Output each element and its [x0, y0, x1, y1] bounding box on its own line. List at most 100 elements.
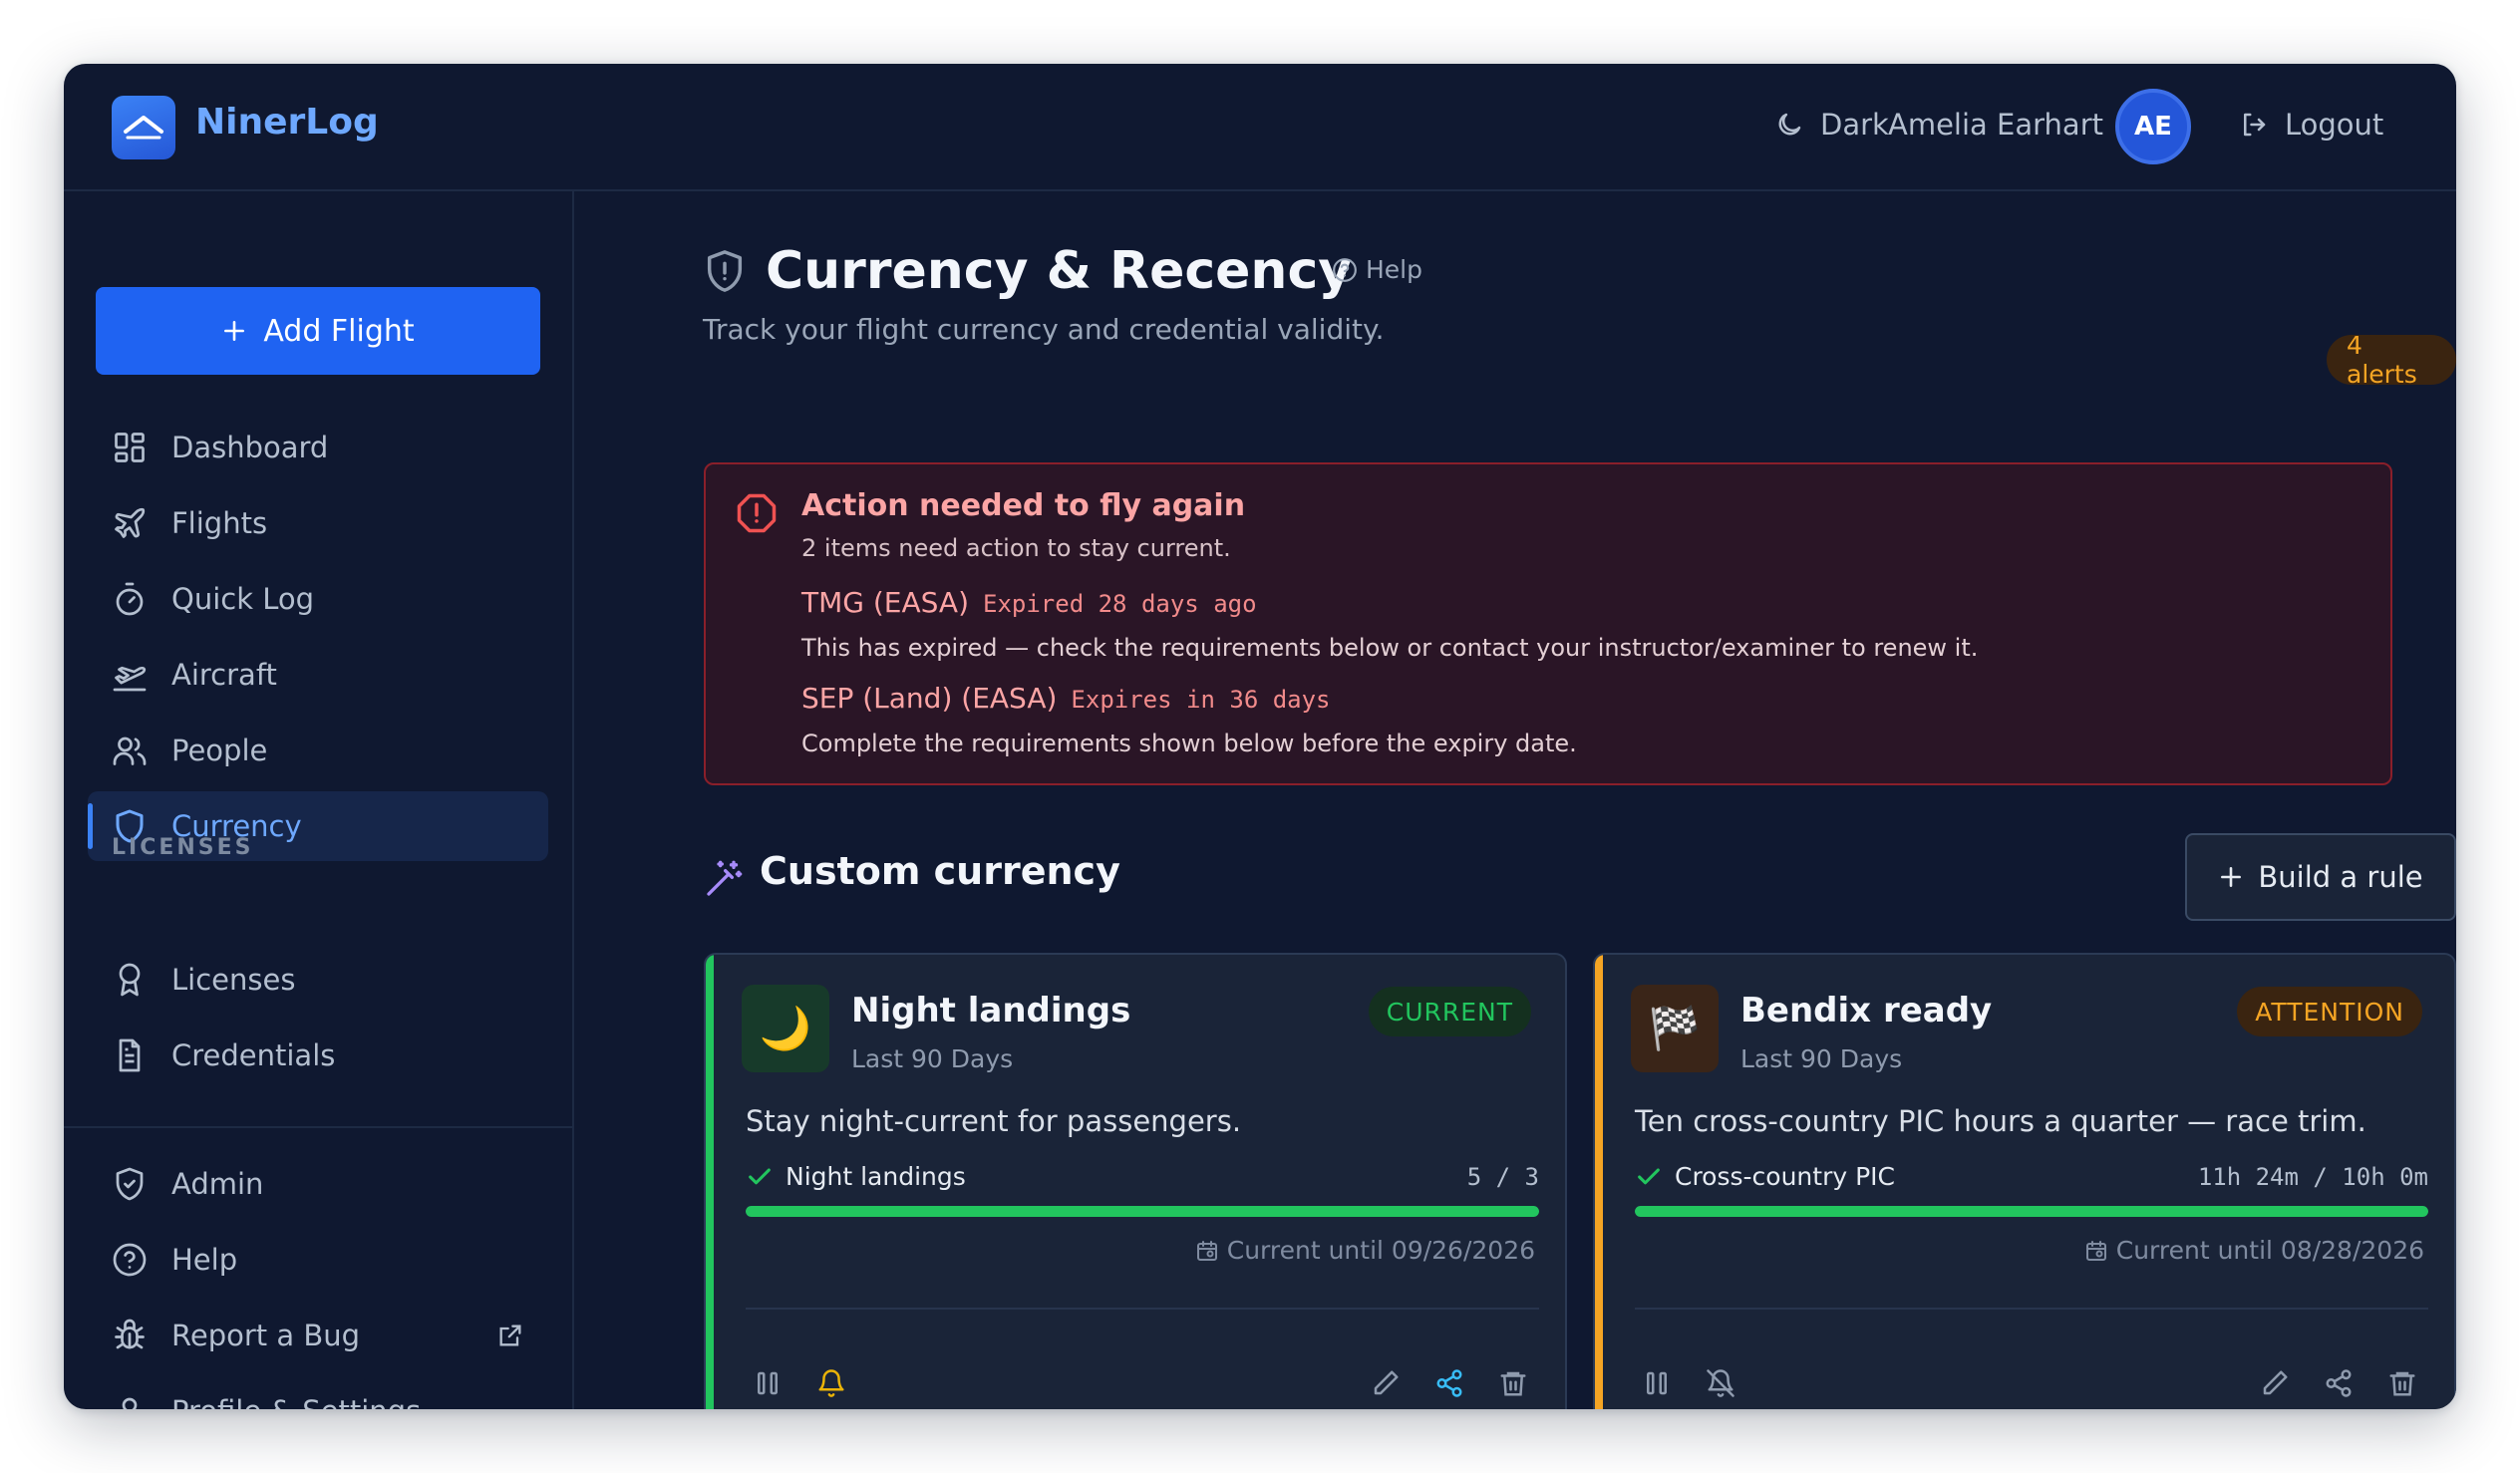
theme-label: Dark — [1820, 108, 1889, 142]
pause-button[interactable] — [748, 1363, 788, 1403]
sidebar-item-label: Aircraft — [171, 658, 277, 692]
sidebar-divider — [64, 1126, 572, 1128]
sidebar-item-dashboard[interactable]: Dashboard — [88, 413, 548, 482]
share-button[interactable] — [2319, 1363, 2359, 1403]
card-title: Bendix ready — [1740, 991, 1993, 1031]
moon-icon: 🌙 — [742, 985, 829, 1072]
magic-wand-icon — [707, 860, 743, 896]
sidebar-item-people[interactable]: People — [88, 716, 548, 785]
requirement-progress-bar — [1635, 1206, 2428, 1217]
app-name[interactable]: NinerLog — [195, 102, 379, 143]
plane-icon — [115, 507, 146, 538]
requirement-progress-bar — [746, 1206, 1539, 1217]
card-period: Last 90 Days — [1740, 1044, 1903, 1073]
alert-octagon-icon — [737, 493, 777, 533]
pencil-icon — [1374, 1370, 1399, 1395]
sidebar-item-label: Flights — [171, 506, 268, 540]
logout-button[interactable]: Logout — [2239, 108, 2383, 142]
current-until-text: Current until 09/26/2026 — [1226, 1236, 1535, 1265]
trash-icon — [2389, 1371, 2415, 1396]
checkered-flag-icon: 🏁 — [1631, 985, 1719, 1072]
sidebar-item-profile-settings[interactable]: Profile & Settings — [88, 1376, 548, 1409]
document-icon — [119, 1038, 141, 1072]
bell-icon — [818, 1369, 844, 1397]
page-subtitle: Track your flight currency and credentia… — [703, 313, 1385, 346]
sidebar-item-label: Report a Bug — [171, 1319, 361, 1352]
alert-item-name: SEP (Land) (EASA) — [801, 682, 1058, 715]
calendar-icon — [1196, 1240, 1217, 1261]
app-window: NinerLog Dark Amelia Earhart AE Logout A… — [64, 64, 2456, 1409]
edit-button[interactable] — [2255, 1363, 2295, 1403]
alert-item-description: This has expired — check the requirement… — [801, 634, 1979, 662]
card-title: Night landings — [851, 991, 1131, 1031]
bug-icon — [115, 1319, 145, 1349]
external-link-icon — [499, 1325, 521, 1346]
card-description: Stay night-current for passengers. — [746, 1104, 1242, 1138]
requirement-value: 5 / 3 — [1466, 1162, 1539, 1191]
theme-toggle-button[interactable]: Dark — [1774, 108, 1889, 142]
sidebar-item-report-bug[interactable]: Report a Bug — [88, 1301, 548, 1370]
sidebar-item-quick-log[interactable]: Quick Log — [88, 564, 548, 634]
edit-button[interactable] — [1366, 1363, 1406, 1403]
notifications-button[interactable] — [811, 1363, 851, 1403]
sidebar-item-label: People — [171, 734, 268, 767]
sidebar-item-label: Admin — [171, 1167, 264, 1201]
pause-icon — [1647, 1371, 1667, 1395]
help-label: Help — [1366, 255, 1422, 284]
add-flight-label: Add Flight — [263, 313, 415, 349]
app-logo-icon[interactable] — [112, 96, 175, 159]
logout-label: Logout — [2285, 108, 2384, 142]
add-flight-button[interactable]: Add Flight — [96, 287, 540, 375]
plus-icon — [224, 321, 245, 341]
current-until: Current until 09/26/2026 — [1195, 1236, 1535, 1265]
delete-button[interactable] — [2382, 1363, 2422, 1403]
dashboard-icon — [115, 433, 145, 462]
card-description: Ten cross-country PIC hours a quarter — … — [1635, 1104, 2366, 1138]
sidebar-item-label: Licenses — [171, 963, 296, 997]
sidebar-item-label: Help — [171, 1243, 238, 1277]
help-circle-icon — [1333, 257, 1357, 282]
calendar-icon — [2085, 1240, 2106, 1261]
shield-check-icon — [116, 1167, 144, 1201]
pause-button[interactable] — [1637, 1363, 1677, 1403]
licenses-section-label: LICENSES — [112, 835, 254, 860]
user-name[interactable]: Amelia Earhart — [1888, 108, 2103, 142]
sidebar-item-aircraft[interactable]: Aircraft — [88, 640, 548, 710]
card-accent-bar — [1595, 955, 1603, 1409]
currency-card-bendix-ready[interactable]: 🏁 Bendix ready Last 90 Days ATTENTION Te… — [1593, 953, 2456, 1409]
build-rule-button[interactable]: Build a rule — [2185, 833, 2456, 921]
plus-icon — [2221, 867, 2242, 887]
card-divider — [746, 1308, 1539, 1310]
requirement-value: 11h 24m / 10h 0m — [2197, 1162, 2428, 1191]
sidebar-item-credentials[interactable]: Credentials — [88, 1021, 548, 1090]
notifications-button[interactable] — [1701, 1363, 1740, 1403]
logout-icon — [2244, 113, 2266, 137]
currency-card-night-landings[interactable]: 🌙 Night landings Last 90 Days CURRENT St… — [704, 953, 1567, 1409]
alert-subtitle: 2 items need action to stay current. — [801, 534, 1231, 562]
sidebar-item-label: Dashboard — [171, 431, 329, 464]
sidebar-item-help[interactable]: Help — [88, 1225, 548, 1295]
sidebar-item-licenses[interactable]: Licenses — [88, 945, 548, 1015]
alerts-count-badge[interactable]: 4 alerts — [2327, 331, 2456, 389]
requirement-row: Night landings 5 / 3 — [746, 1162, 1539, 1191]
page-title: Currency & Recency — [766, 241, 1353, 301]
users-icon — [113, 736, 147, 765]
alert-item: SEP (Land) (EASA) Expires in 36 days — [801, 682, 1331, 715]
progress-fill — [1635, 1206, 2428, 1217]
pause-icon — [758, 1371, 778, 1395]
help-circle-icon — [113, 1243, 147, 1277]
sidebar-item-admin[interactable]: Admin — [88, 1149, 548, 1219]
current-until-text: Current until 08/28/2026 — [2115, 1236, 2424, 1265]
progress-fill — [746, 1206, 1539, 1217]
share-button[interactable] — [1429, 1363, 1469, 1403]
help-link[interactable]: Help — [1332, 255, 1422, 284]
user-icon — [122, 1397, 138, 1409]
sidebar-item-flights[interactable]: Flights — [88, 488, 548, 558]
delete-button[interactable] — [1493, 1363, 1533, 1403]
alert-item-description: Complete the requirements shown below be… — [801, 730, 1577, 757]
top-header: NinerLog Dark Amelia Earhart AE Logout — [64, 64, 2456, 191]
alert-item-status: Expired 28 days ago — [983, 590, 1257, 618]
alert-item-status: Expires in 36 days — [1071, 686, 1331, 714]
avatar[interactable]: AE — [2115, 89, 2191, 164]
pencil-icon — [2263, 1370, 2288, 1395]
